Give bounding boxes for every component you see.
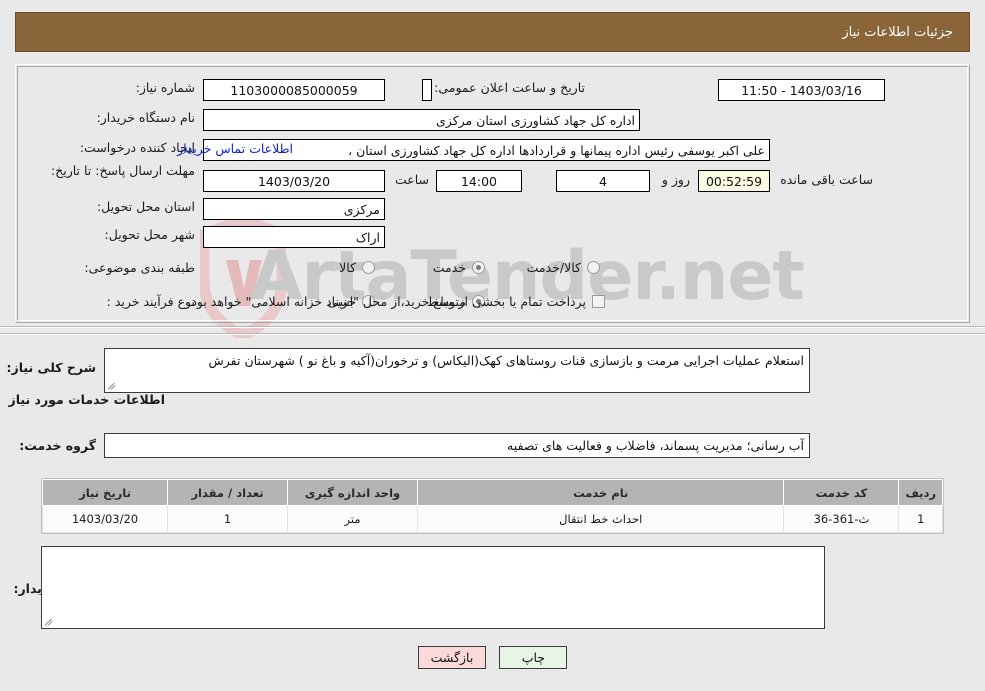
delivery-province-field[interactable]: مرکزی — [203, 198, 385, 220]
treasury-checkbox-label: پرداخت تمام یا بخشی از مبلغ خرید،از محل … — [187, 294, 586, 309]
buyer-org-label: نام دستگاه خریدار: — [96, 110, 195, 125]
deadline-date-wrap: 1403/03/20 — [203, 170, 385, 192]
process-label-wrap: نوع فرآیند خرید : — [107, 294, 195, 311]
general-description-value: استعلام عملیات اجرایی مرمت و بازسازی قنا… — [208, 353, 804, 368]
buyer-org-field[interactable]: اداره کل جهاد کشاورزی استان مرکزی — [203, 109, 640, 131]
requester-contact-link-wrap: اطلاعات تماس خریدار — [177, 141, 293, 156]
delivery-province-label: استان محل تحویل: — [96, 199, 195, 214]
treasury-checkbox-row[interactable]: پرداخت تمام یا بخشی از مبلغ خرید،از محل … — [187, 294, 605, 309]
service-group-label: گروه خدمت: — [19, 438, 96, 453]
col-unit: واحد اندازه گیری — [287, 479, 418, 506]
deadline-date-field[interactable]: 1403/03/20 — [203, 170, 385, 192]
services-table: ردیف کد خدمت نام خدمت واحد اندازه گیری ت… — [42, 479, 943, 533]
service-group-field[interactable]: آب رسانی؛ مدیریت پسماند، فاضلاب و فعالیت… — [104, 433, 810, 458]
buyer-contact-info-link[interactable]: اطلاعات تماس خریدار — [177, 141, 293, 156]
category-label-wrap: طبقه بندی موضوعی: — [84, 260, 195, 277]
divider-2 — [0, 333, 985, 335]
resize-grip-icon[interactable] — [107, 381, 117, 391]
general-description-label: شرح کلی نیاز: — [6, 360, 96, 375]
subject-category-label: طبقه بندی موضوعی: — [84, 260, 195, 275]
deadline-label-wrap: مهلت ارسال پاسخ: تا تاریخ: — [35, 163, 195, 180]
deadline-hour-wrap: 14:00 — [436, 170, 522, 192]
print-button[interactable]: چاپ — [499, 646, 568, 669]
service-group-value: آب رسانی؛ مدیریت پسماند، فاضلاب و فعالیت… — [507, 438, 804, 453]
radio-category-kala-khedmat[interactable] — [587, 261, 600, 274]
category-option-0-label: کالا — [339, 260, 356, 275]
city-label-wrap: شهر محل تحویل: — [105, 227, 195, 244]
cell-code: ث-361-36 — [783, 505, 900, 533]
remaining-days-wrap: 4 — [556, 170, 650, 192]
buyer-org-field-wrap: اداره کل جهاد کشاورزی استان مرکزی — [203, 109, 640, 131]
province-label-wrap: استان محل تحویل: — [97, 199, 195, 216]
tender-details-page: ArtaTender.net جزئیات اطلاعات نیاز شماره… — [0, 0, 985, 691]
resize-grip-icon-notes[interactable] — [44, 617, 54, 627]
cell-index: 1 — [898, 505, 943, 533]
col-code: کد خدمت — [783, 479, 900, 506]
col-date: تاریخ نیاز — [42, 479, 168, 506]
need-number-field[interactable]: 1103000085000059 — [203, 79, 385, 101]
buyer-org-label-wrap: نام دستگاه خریدار: — [97, 110, 195, 127]
province-field-wrap: مرکزی — [203, 198, 385, 220]
remaining-days-label: روز و — [661, 172, 690, 187]
city-field-wrap: اراک — [203, 226, 385, 248]
remaining-time-countdown: 00:52:59 — [698, 170, 770, 192]
purchase-process-label: نوع فرآیند خرید : — [106, 294, 195, 309]
table-header-row: ردیف کد خدمت نام خدمت واحد اندازه گیری ت… — [42, 479, 943, 506]
details-panel — [15, 64, 970, 323]
category-option-2[interactable]: کالا/خدمت — [527, 260, 600, 275]
remaining-time-suffix-label: ساعت باقی مانده — [780, 172, 873, 187]
category-option-1[interactable]: خدمت — [433, 260, 485, 275]
services-section-title: اطلاعات خدمات مورد نیاز — [8, 392, 166, 407]
table-row[interactable]: 1 ث-361-36 احداث خط انتقال متر 1 1403/03… — [42, 505, 943, 533]
back-button[interactable]: بازگشت — [417, 646, 487, 669]
services-table-wrap: ردیف کد خدمت نام خدمت واحد اندازه گیری ت… — [41, 478, 944, 534]
need-number-field-wrap: 1103000085000059 — [203, 79, 385, 101]
need-number-label-wrap: شماره نیاز: — [136, 80, 195, 97]
delivery-city-label: شهر محل تحویل: — [104, 227, 195, 242]
general-description-textarea[interactable]: استعلام عملیات اجرایی مرمت و بازسازی قنا… — [104, 348, 810, 393]
cell-unit: متر — [287, 505, 418, 533]
cell-name: احداث خط انتقال — [416, 505, 785, 533]
page-title: جزئیات اطلاعات نیاز — [842, 24, 953, 40]
deadline-label: مهلت ارسال پاسخ: تا تاریخ: — [50, 163, 195, 178]
announce-datetime-label: تاریخ و ساعت اعلان عمومی: — [434, 80, 585, 95]
remaining-suffix-wrap: ساعت باقی مانده — [780, 172, 873, 187]
page-header-bar: جزئیات اطلاعات نیاز — [15, 12, 970, 52]
announce-value-wrap: 1403/03/16 - 11:50 — [718, 79, 885, 101]
buyer-notes-textarea[interactable] — [41, 546, 825, 629]
announce-field-wrap — [422, 79, 432, 101]
radio-category-khedmat[interactable] — [472, 261, 485, 274]
category-option-2-label: کالا/خدمت — [526, 260, 581, 275]
delivery-city-field[interactable]: اراک — [203, 226, 385, 248]
deadline-hour-field[interactable]: 14:00 — [436, 170, 522, 192]
cell-date: 1403/03/20 — [42, 505, 168, 533]
divider-1 — [0, 326, 985, 328]
remaining-timer-wrap: 00:52:59 — [698, 170, 770, 192]
action-button-bar: بازگشت چاپ — [0, 646, 985, 669]
checkbox-islamic-treasury-bonds[interactable] — [592, 295, 605, 308]
announce-datetime-field[interactable]: 1403/03/16 - 11:50 — [718, 79, 885, 101]
announce-label-wrap: تاریخ و ساعت اعلان عمومی: — [434, 80, 585, 97]
cell-quantity: 1 — [167, 505, 288, 533]
category-option-1-label: خدمت — [432, 260, 466, 275]
col-name: نام خدمت — [416, 479, 785, 506]
remaining-days-label-wrap: روز و — [662, 172, 690, 187]
col-quantity: تعداد / مقدار — [167, 479, 288, 506]
need-number-label: شماره نیاز: — [135, 80, 195, 95]
deadline-hour-label-wrap: ساعت — [395, 172, 429, 187]
category-option-0[interactable]: کالا — [339, 260, 375, 275]
remaining-days-field[interactable]: 4 — [556, 170, 650, 192]
deadline-hour-label: ساعت — [394, 172, 429, 187]
radio-category-kala[interactable] — [362, 261, 375, 274]
col-index: ردیف — [898, 479, 943, 506]
